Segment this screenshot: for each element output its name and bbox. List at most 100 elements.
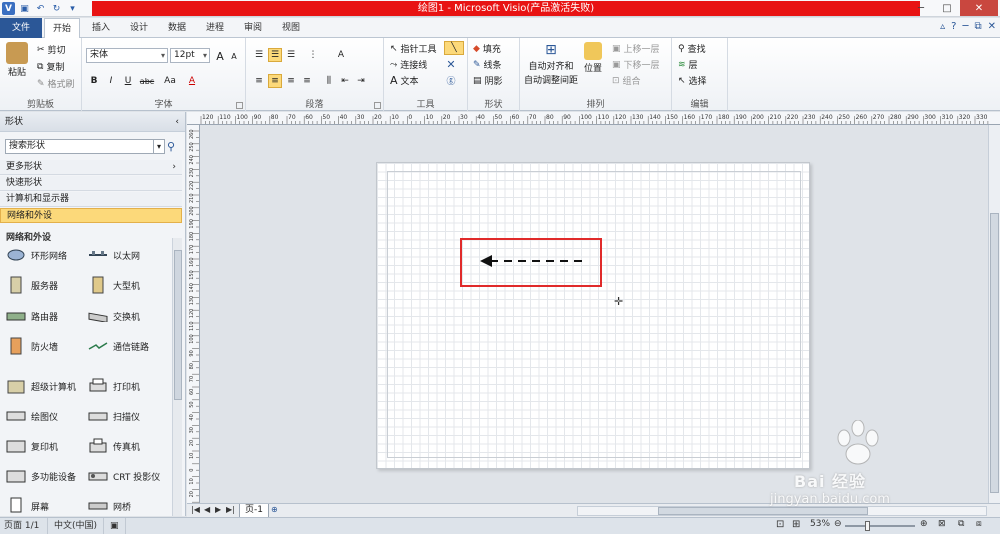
full-screen-icon[interactable]: ⊞	[792, 519, 800, 530]
language-status[interactable]: 中文(中国)	[50, 518, 104, 534]
underline-button[interactable]: U	[121, 74, 135, 88]
cut-button[interactable]: ✂ 剪切	[37, 43, 66, 57]
shape-ethernet[interactable]: 以太网	[88, 246, 140, 264]
first-page-icon[interactable]: |◀	[191, 505, 200, 514]
layers-button[interactable]: ≋ 层	[678, 58, 698, 72]
stencil-more-shapes[interactable]: 更多形状 ›	[0, 160, 182, 175]
text-size-icon[interactable]: A	[334, 48, 348, 62]
bold-button[interactable]: B	[87, 74, 101, 88]
shape-server[interactable]: 服务器	[6, 276, 58, 294]
save-icon[interactable]: ▣	[18, 2, 31, 15]
search-icon[interactable]: ⚲	[167, 140, 175, 153]
decrease-indent-icon[interactable]: ⇤	[338, 74, 352, 88]
macro-record-icon[interactable]: ▣	[106, 518, 126, 534]
window-restore-icon[interactable]: ⧉	[974, 21, 981, 32]
maximize-button[interactable]: □	[934, 0, 960, 16]
align-bottom-icon[interactable]: ☰	[284, 48, 298, 62]
scroll-thumb[interactable]	[174, 250, 182, 400]
customize-qat-icon[interactable]: ▾	[66, 2, 79, 15]
connection-point-icon[interactable]: ⓖ	[444, 73, 458, 87]
last-page-icon[interactable]: ▶|	[226, 505, 235, 514]
collapse-pane-icon[interactable]: ‹	[175, 112, 179, 132]
font-color-button[interactable]: A	[185, 74, 199, 88]
shape-bridge[interactable]: 网桥	[88, 497, 131, 515]
align-center-icon[interactable]: ≡	[268, 74, 282, 88]
fit-page-icon[interactable]: ⊡	[776, 519, 784, 530]
zoom-out-icon[interactable]: ⊖	[834, 519, 842, 529]
minimize-ribbon-icon[interactable]: ▵	[940, 21, 945, 32]
minimize-button[interactable]: ─	[908, 0, 934, 16]
bullets-icon[interactable]: ⋮	[306, 48, 320, 62]
stencil-network-peripherals[interactable]: 网络和外设	[0, 208, 182, 223]
zoom-level[interactable]: 53%	[810, 519, 830, 529]
fit-to-window-icon[interactable]: ⊠	[938, 519, 946, 529]
next-page-icon[interactable]: ▶	[215, 505, 221, 514]
search-shapes-input[interactable]: 搜索形状 ▾	[5, 139, 165, 154]
line-button[interactable]: ✎ 线条	[473, 58, 502, 72]
align-right-icon[interactable]: ≡	[284, 74, 298, 88]
align-middle-icon[interactable]: ☰	[268, 48, 282, 62]
prev-page-icon[interactable]: ◀	[204, 505, 210, 514]
shape-screen[interactable]: 屏幕	[6, 497, 49, 515]
text-tool-button[interactable]: A 文本	[390, 74, 419, 87]
search-dropdown-icon[interactable]: ▾	[153, 140, 164, 153]
page-tab[interactable]: 页-1	[239, 504, 269, 518]
align-top-icon[interactable]: ☰	[252, 48, 266, 62]
line-tool-icon[interactable]: ╲	[444, 41, 464, 55]
change-case-button[interactable]: Aa	[160, 74, 180, 88]
tab-file[interactable]: 文件	[0, 18, 42, 38]
paste-button[interactable]: 粘贴	[6, 42, 28, 78]
tab-data[interactable]: 数据	[160, 18, 194, 38]
shadow-button[interactable]: ▤ 阴影	[473, 74, 503, 88]
delete-connector-icon[interactable]: ✕	[444, 57, 458, 71]
font-name-combo[interactable]: 宋体	[86, 48, 168, 63]
visio-app-icon[interactable]: V	[2, 2, 15, 15]
zoom-in-icon[interactable]: ⊕	[920, 519, 928, 529]
help-icon[interactable]: ?	[951, 21, 956, 32]
copy-button[interactable]: ⧉ 复制	[37, 60, 64, 74]
drawing-page[interactable]: ✛	[376, 162, 810, 469]
tab-design[interactable]: 设计	[122, 18, 156, 38]
fill-button[interactable]: ◆ 填充	[473, 42, 501, 56]
bring-forward-button[interactable]: ▣ 上移一层	[612, 42, 660, 56]
shape-fax[interactable]: 传真机	[88, 437, 140, 455]
find-button[interactable]: ⚲ 查找	[678, 42, 706, 56]
tab-home[interactable]: 开始	[44, 18, 80, 39]
undo-icon[interactable]: ↶	[34, 2, 47, 15]
strikethrough-button[interactable]: abc	[138, 74, 156, 88]
shape-router[interactable]: 路由器	[6, 307, 58, 325]
shape-plotter[interactable]: 绘图仪	[6, 407, 58, 425]
stencil-computers-monitors[interactable]: 计算机和显示器	[0, 192, 182, 207]
font-size-combo[interactable]: 12pt	[170, 48, 210, 63]
grow-font-button[interactable]: A	[213, 49, 227, 63]
shape-firewall[interactable]: 防火墙	[6, 337, 58, 355]
page-number-status[interactable]: 页面 1/1	[0, 518, 48, 534]
increase-indent-icon[interactable]: ⇥	[354, 74, 368, 88]
tab-review[interactable]: 审阅	[236, 18, 270, 38]
shape-supercomputer[interactable]: 超级计算机	[6, 377, 76, 395]
zoom-slider[interactable]	[845, 521, 915, 531]
shape-switch[interactable]: 交换机	[88, 307, 140, 325]
window-min-icon[interactable]: ─	[962, 21, 968, 32]
connector-button[interactable]: ⤳ 连接线	[390, 58, 427, 72]
shrink-font-button[interactable]: A	[227, 49, 241, 63]
position-button[interactable]: 位置	[584, 42, 602, 74]
dashed-arrow-line[interactable]	[462, 240, 600, 285]
tab-process[interactable]: 进程	[198, 18, 232, 38]
shape-ring-network[interactable]: 环形网络	[6, 246, 67, 264]
justify-icon[interactable]: ≡	[300, 74, 314, 88]
shape-mainframe[interactable]: 大型机	[88, 276, 140, 294]
close-button[interactable]: ✕	[960, 0, 998, 16]
format-painter-button[interactable]: ✎ 格式刷	[37, 77, 75, 91]
shapes-pane-scrollbar[interactable]	[172, 238, 182, 516]
select-button[interactable]: ↖ 选择	[678, 74, 707, 88]
add-page-icon[interactable]: ⊕	[271, 505, 278, 514]
shape-comm-link[interactable]: 通信链路	[88, 337, 149, 355]
text-direction-icon[interactable]: ⫼	[322, 74, 336, 88]
shape-crt-projector[interactable]: CRT 投影仪	[88, 467, 160, 485]
italic-button[interactable]: I	[104, 74, 118, 88]
tab-view[interactable]: 视图	[274, 18, 308, 38]
redo-icon[interactable]: ↻	[50, 2, 63, 15]
switch-windows-icon[interactable]: ⧈	[976, 519, 982, 529]
tab-insert[interactable]: 插入	[84, 18, 118, 38]
